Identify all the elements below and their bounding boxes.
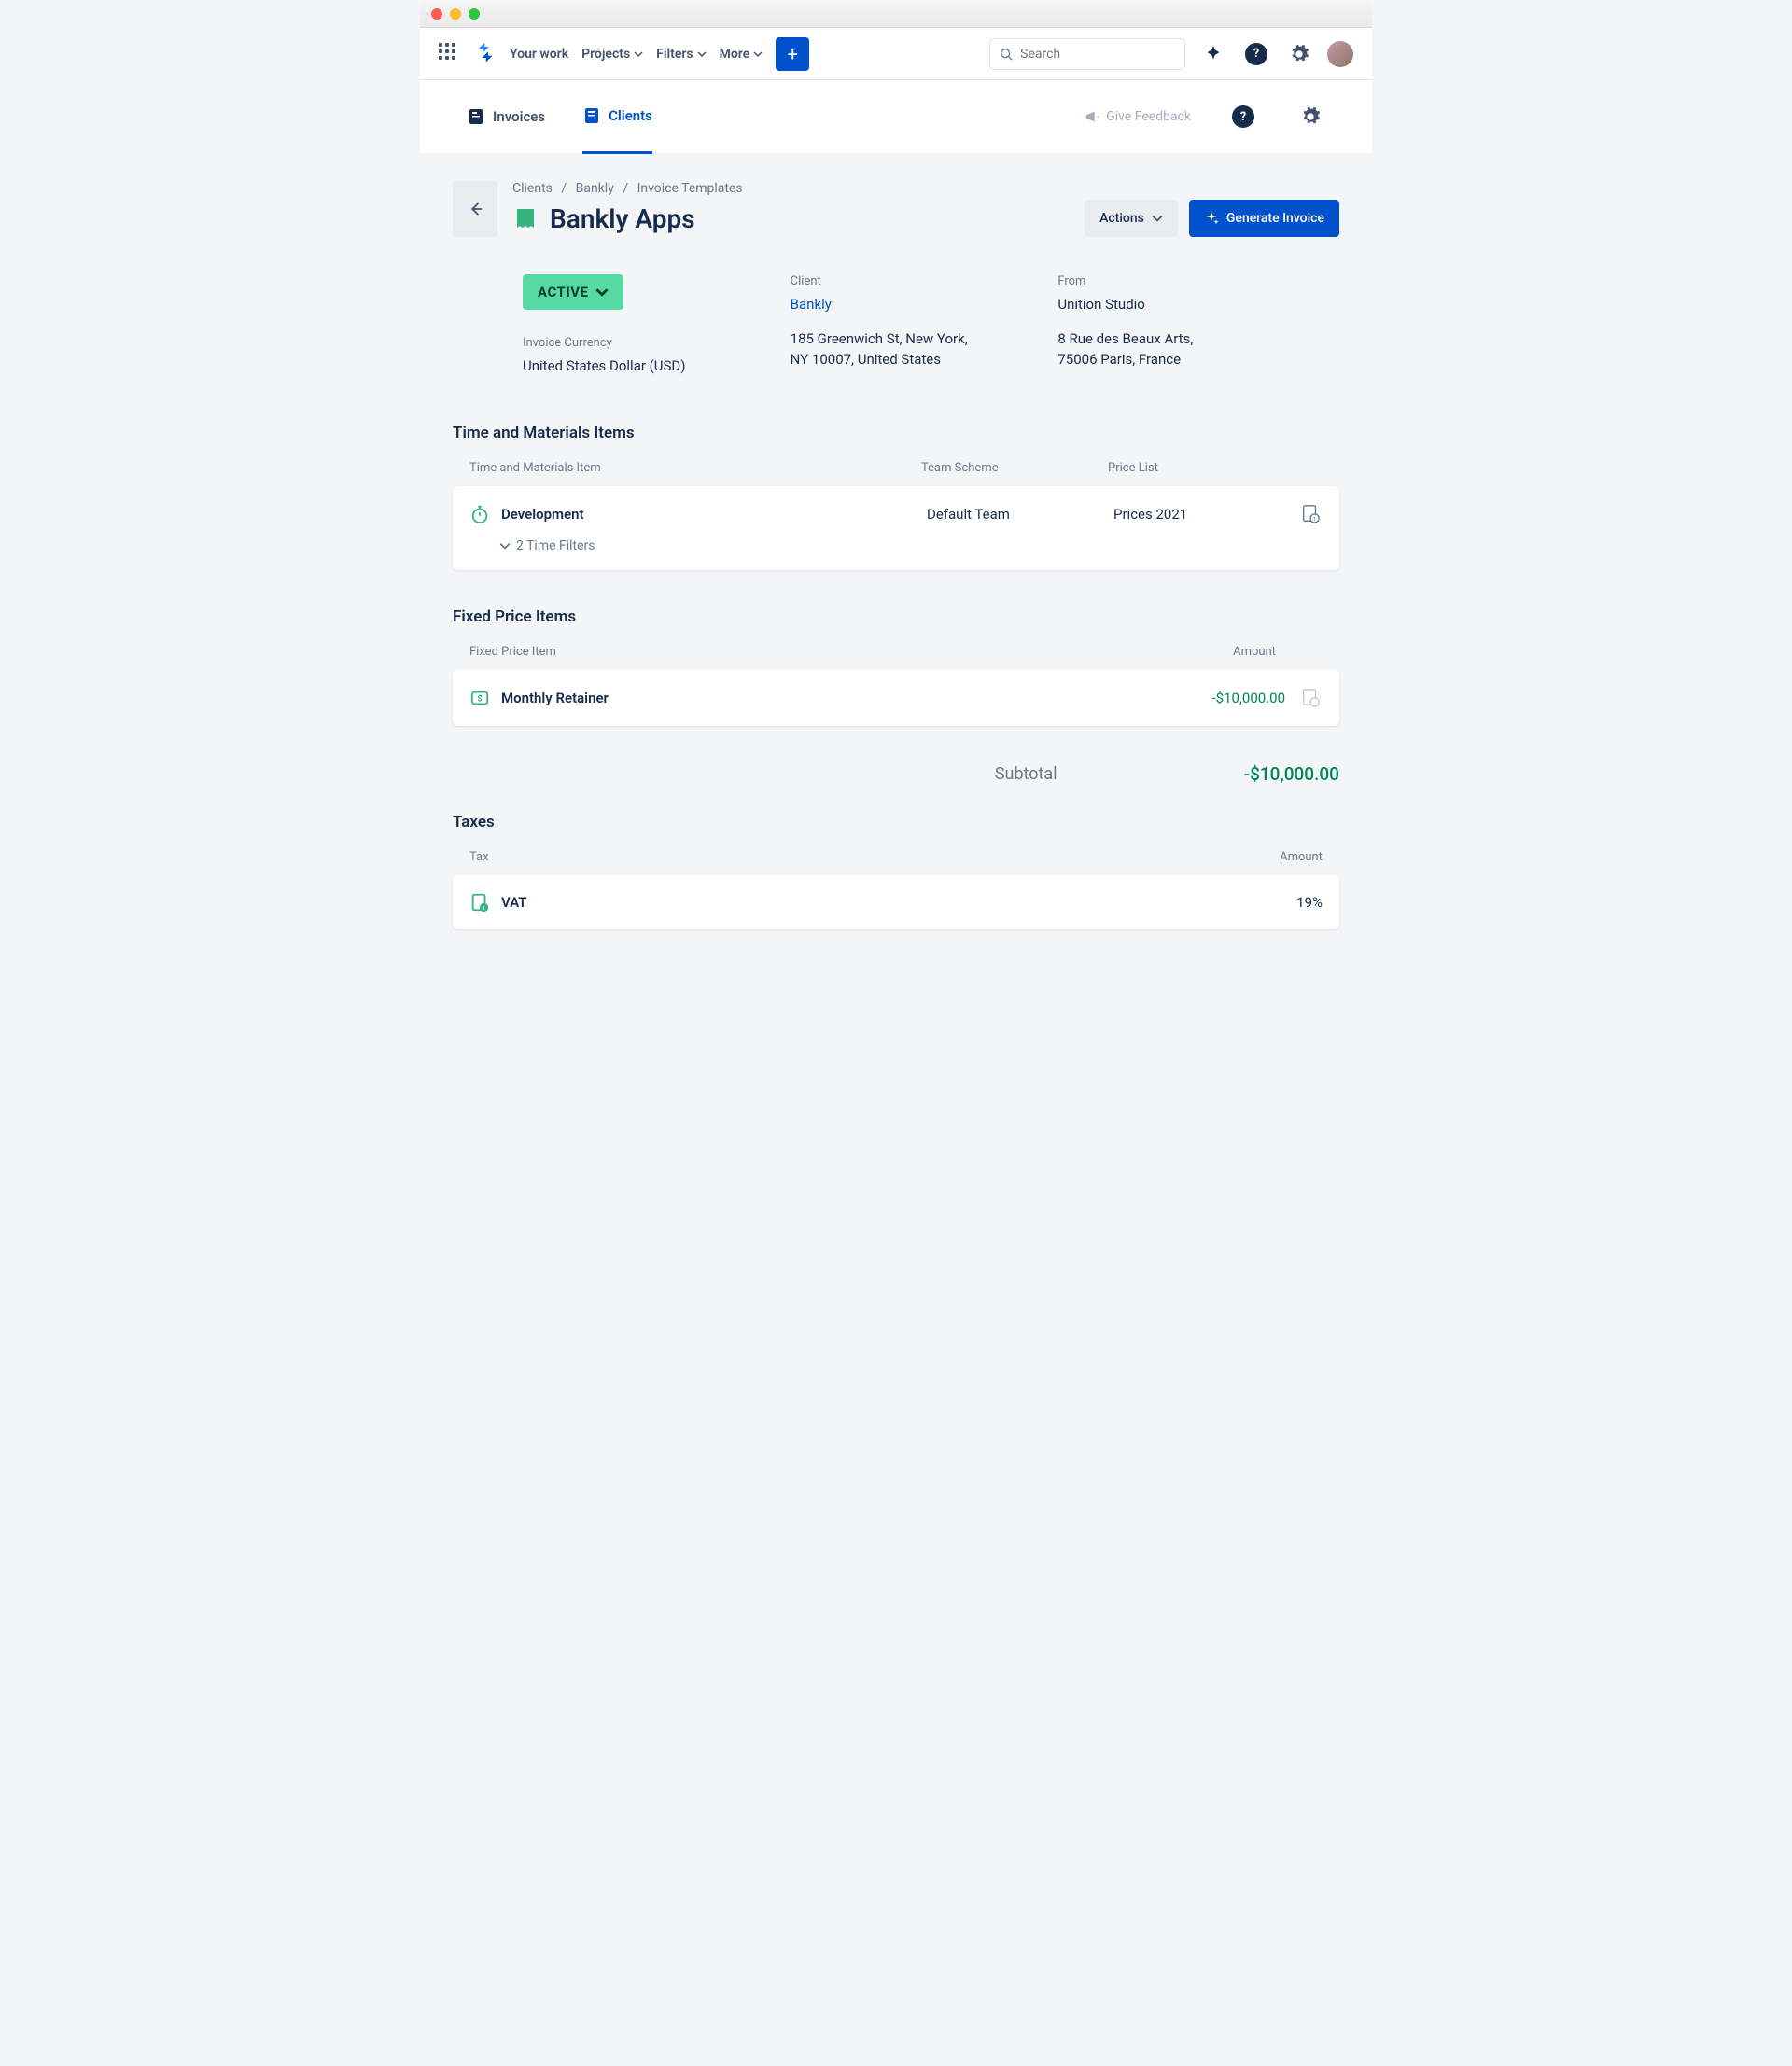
notifications-icon[interactable] [1198,39,1228,69]
settings-icon[interactable] [1284,39,1314,69]
tab-clients-label: Clients [609,107,652,124]
status-badge[interactable]: ACTIVE [523,274,623,310]
from-address-1: 8 Rue des Beaux Arts, [1057,328,1269,350]
subnav-settings-icon[interactable] [1295,102,1325,132]
tax-section-title: Taxes [453,813,1339,831]
client-address-1: 185 Greenwich St, New York, [791,328,1002,350]
tm-item-action-icon[interactable]: 1 [1300,503,1323,525]
subtotal-label: Subtotal [995,764,1057,784]
chevron-down-icon [1152,213,1163,224]
help-icon[interactable]: ? [1241,39,1271,69]
from-label: From [1057,274,1269,288]
fp-col-amount: Amount [1233,645,1276,659]
time-filters-label: 2 Time Filters [516,538,595,553]
search-input[interactable] [1020,47,1175,62]
actions-label: Actions [1099,211,1144,226]
nav-filters[interactable]: Filters [656,47,706,62]
tab-invoices-label: Invoices [493,108,545,125]
breadcrumb-bankly[interactable]: Bankly [576,181,614,196]
sparkle-icon [1204,211,1219,226]
back-button[interactable] [453,181,497,237]
nav-projects[interactable]: Projects [581,47,643,62]
tm-col-team: Team Scheme [921,461,1108,475]
tm-item-price: Prices 2021 [1113,506,1300,523]
dollar-icon: $ [469,688,490,708]
client-name-link[interactable]: Bankly [791,294,1002,315]
client-icon [582,106,601,125]
minimize-window-icon[interactable] [450,8,461,20]
subtotal-value: -$10,000.00 [1244,763,1339,785]
tax-icon: 1 [469,892,490,913]
search-icon [1000,47,1013,62]
tm-col-price: Price List [1108,461,1295,475]
megaphone-icon [1084,108,1100,125]
fp-item-card: $ Monthly Retainer -$10,000.00 [453,670,1339,726]
tax-col-tax: Tax [469,850,1280,864]
svg-text:1: 1 [483,904,486,912]
close-window-icon[interactable] [431,8,442,20]
create-button[interactable]: + [776,37,809,71]
jira-logo-icon[interactable] [474,41,497,67]
chevron-down-icon [499,540,511,551]
generate-invoice-button[interactable]: Generate Invoice [1189,200,1339,237]
client-address-2: NY 10007, United States [791,349,1002,370]
tm-item-team: Default Team [927,506,1113,523]
svg-text:1: 1 [1313,515,1317,523]
fp-col-item: Fixed Price Item [469,645,1233,659]
currency-value: United States Dollar (USD) [523,356,735,377]
breadcrumb-templates[interactable]: Invoice Templates [637,181,743,196]
time-filters-toggle[interactable]: 2 Time Filters [499,538,1323,553]
nav-projects-label: Projects [581,47,630,62]
tm-item-card: Development Default Team Prices 2021 1 2… [453,486,1339,570]
from-address-2: 75006 Paris, France [1057,349,1269,370]
tax-item-card: 1 VAT 19% [453,875,1339,929]
fp-item-amount: -$10,000.00 [1212,690,1301,706]
tab-clients[interactable]: Clients [582,79,652,154]
tax-col-amount: Amount [1280,850,1323,864]
actions-dropdown[interactable]: Actions [1085,200,1178,237]
nav-more[interactable]: More [720,47,763,62]
chevron-down-icon [753,49,763,59]
tax-item-amount: 19% [1296,894,1323,911]
nav-more-label: More [720,47,750,62]
template-icon [512,206,539,232]
svg-text:$: $ [477,693,482,704]
app-switcher-icon[interactable] [439,43,461,65]
chevron-down-icon [697,49,707,59]
page-title: Bankly Apps [550,203,695,234]
chevron-down-icon [595,286,609,299]
subnav-help-icon[interactable]: ? [1228,102,1258,132]
tax-item-name: VAT [501,894,527,911]
breadcrumb-clients[interactable]: Clients [512,181,553,196]
invoice-icon [467,107,485,126]
sub-navigation: Invoices Clients Give Feedback ? [420,80,1372,155]
chevron-down-icon [634,49,643,59]
feedback-label: Give Feedback [1106,109,1191,124]
window-titlebar [420,0,1372,28]
fp-item-name: Monthly Retainer [501,690,609,706]
status-label: ACTIVE [538,284,588,300]
tm-item-name: Development [501,506,584,523]
nav-your-work[interactable]: Your work [510,47,568,62]
fp-item-action-icon[interactable] [1300,687,1323,709]
top-navigation: Your work Projects Filters More + ? [420,28,1372,80]
client-label: Client [791,274,1002,288]
tab-invoices[interactable]: Invoices [467,79,545,154]
generate-label: Generate Invoice [1226,211,1324,226]
arrow-left-icon [465,199,485,219]
tm-section-title: Time and Materials Items [453,424,1339,442]
search-field[interactable] [989,38,1185,70]
user-avatar[interactable] [1327,41,1353,67]
from-name: Unition Studio [1057,294,1269,315]
maximize-window-icon[interactable] [469,8,480,20]
give-feedback-link[interactable]: Give Feedback [1084,108,1191,125]
nav-filters-label: Filters [656,47,693,62]
stopwatch-icon [469,504,490,524]
currency-label: Invoice Currency [523,336,735,350]
fp-section-title: Fixed Price Items [453,607,1339,626]
breadcrumb: Clients / Bankly / Invoice Templates [512,181,1070,196]
tm-col-item: Time and Materials Item [469,461,921,475]
